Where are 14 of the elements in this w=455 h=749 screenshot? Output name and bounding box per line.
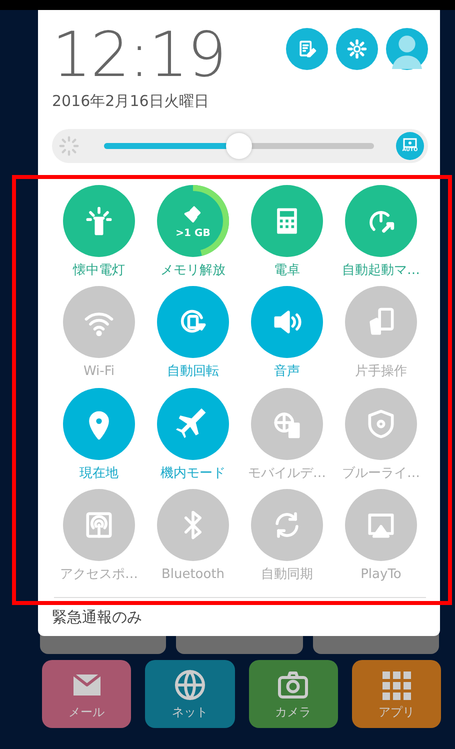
settings-icon [346,38,368,60]
app-shortcut[interactable]: メール [42,660,132,728]
auto-brightness-icon [403,138,417,148]
edit-button[interactable] [286,28,328,70]
app-shortcut[interactable]: アプリ [352,660,441,728]
memory-amount: >1 GB [176,228,210,238]
settings-button[interactable] [336,28,378,70]
clock-time: 12:19 [52,24,226,86]
date-text: 2016年2月16日火曜日 [52,91,210,112]
avatar-button[interactable] [386,28,428,70]
slider-thumb[interactable] [226,132,252,158]
app-shortcut[interactable]: カメラ [248,660,338,728]
emergency-text: 緊急通報のみ [52,606,143,628]
app-shortcut[interactable]: ネット [145,660,234,728]
